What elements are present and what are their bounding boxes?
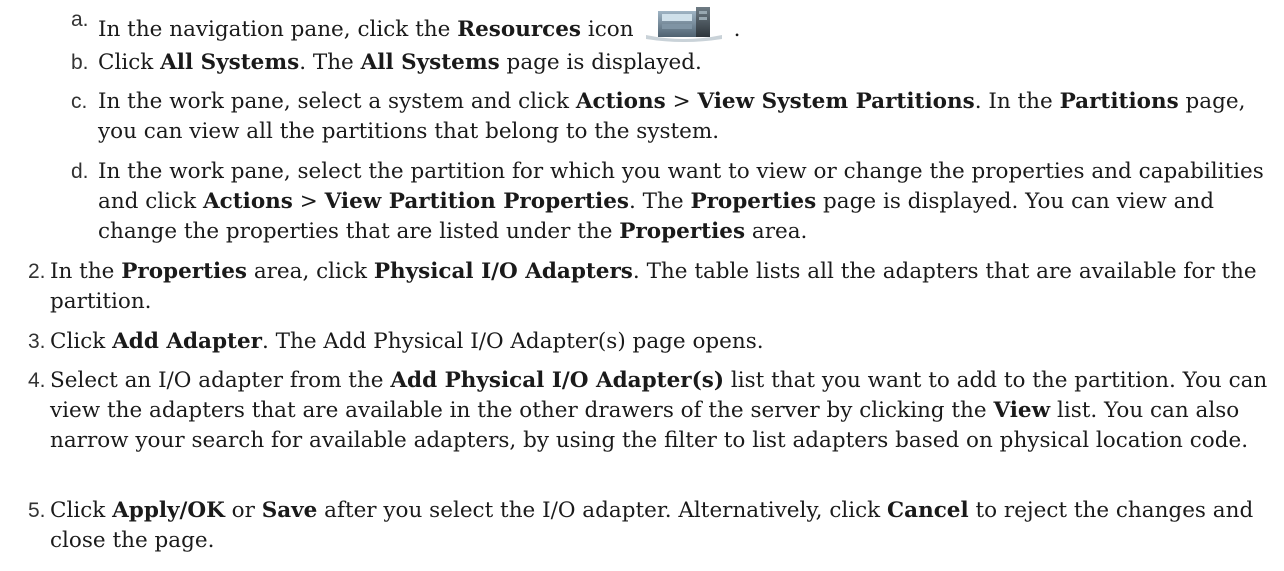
step-label: 2. xyxy=(28,260,46,283)
resources-server-icon xyxy=(644,5,724,43)
step-text: In the Properties area, click Physical I… xyxy=(50,259,1257,314)
step-4: 4. Select an I/O adapter from the Add Ph… xyxy=(0,366,1275,486)
substep-label: d. xyxy=(71,160,89,183)
step-label: 4. xyxy=(28,369,46,392)
substep-b: b. Click All Systems. The All Systems pa… xyxy=(0,48,1275,78)
step-text: Select an I/O adapter from the Add Physi… xyxy=(50,368,1268,453)
step-3: 3. Click Add Adapter. The Add Physical I… xyxy=(0,327,1275,357)
step-text: Click Add Adapter. The Add Physical I/O … xyxy=(50,329,764,354)
substep-label: b. xyxy=(71,51,89,74)
substep-text: In the work pane, select a system and cl… xyxy=(98,89,1246,144)
step-2: 2. In the Properties area, click Physica… xyxy=(0,257,1275,317)
step-label: 5. xyxy=(28,499,46,522)
substep-text: In the work pane, select the partition f… xyxy=(98,159,1264,244)
substep-c: c. In the work pane, select a system and… xyxy=(0,87,1275,147)
document-page: a. In the navigation pane, click the Res… xyxy=(0,0,1284,571)
substep-a: a. In the navigation pane, click the Res… xyxy=(0,5,1275,42)
substep-label: c. xyxy=(71,90,88,113)
substep-label: a. xyxy=(71,8,89,31)
step-5: 5. Click Apply/OK or Save after you sele… xyxy=(0,496,1275,556)
substep-text: In the navigation pane, click the Resour… xyxy=(98,5,1268,45)
substep-text: Click All Systems. The All Systems page … xyxy=(98,50,702,75)
substep-d: d. In the work pane, select the partitio… xyxy=(0,157,1275,247)
step-label: 3. xyxy=(28,330,46,353)
step-text: Click Apply/OK or Save after you select … xyxy=(50,498,1254,553)
